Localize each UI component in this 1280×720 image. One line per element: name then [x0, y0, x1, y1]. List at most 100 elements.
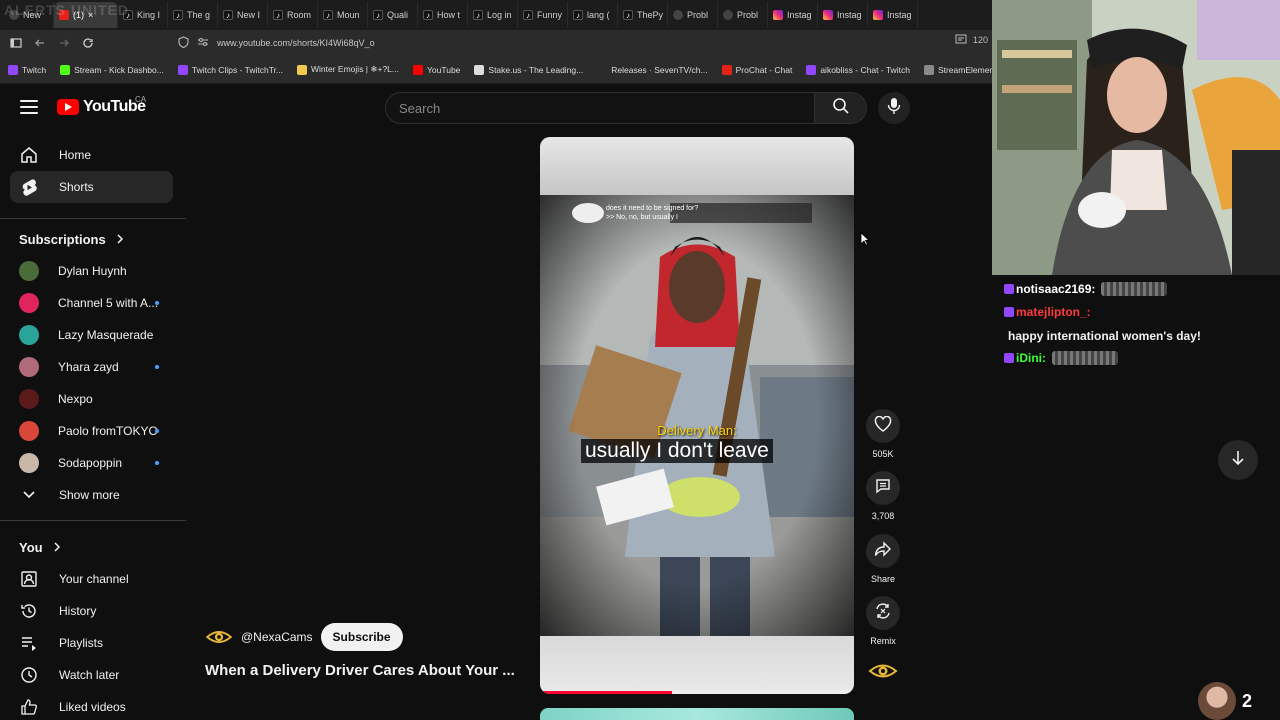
browser-tab[interactable]: ♪ Quali	[368, 2, 418, 28]
subscription-item[interactable]: Sodapoppin	[10, 447, 173, 479]
bookmark-item[interactable]: Stake.us - The Leading...	[474, 64, 584, 75]
bookmark-item[interactable]: Twitch	[8, 64, 46, 75]
watermark: ALERTS UNITED	[4, 2, 129, 18]
browser-tab[interactable]: ♪ Room	[268, 2, 318, 28]
bookmark-label: YouTube	[427, 64, 461, 75]
bookmark-item[interactable]: aikobliss - Chat - Twitch	[806, 64, 910, 75]
comments-button[interactable]: 3,708	[866, 471, 900, 521]
remix-icon	[874, 602, 892, 625]
tab-label: Room	[287, 10, 312, 20]
next-short-preview[interactable]	[540, 708, 854, 720]
you-title: You	[19, 540, 43, 555]
video-progress-bar[interactable]	[540, 691, 854, 694]
subscription-item[interactable]: Channel 5 with A...	[10, 287, 173, 319]
short-video-player[interactable]: does it need to be signed for? >> No, no,…	[540, 137, 854, 694]
menu-icon[interactable]	[20, 100, 38, 114]
bookmark-item[interactable]: Stream - Kick Dashbo...	[60, 64, 164, 75]
reload-button[interactable]	[76, 31, 100, 55]
sidebar-toggle-icon[interactable]	[4, 31, 28, 55]
country-code: CA	[135, 95, 147, 104]
browser-tab[interactable]: ♪ New I	[218, 2, 268, 28]
page-icon	[673, 10, 683, 20]
like-button[interactable]: 505K	[866, 409, 900, 459]
subscription-item[interactable]: Yhara zayd	[10, 351, 173, 383]
channel-avatar-icon[interactable]	[205, 623, 233, 651]
show-more-button[interactable]: Show more	[10, 479, 173, 511]
browser-tab[interactable]: Probl	[718, 2, 768, 28]
tab-label: Probl	[737, 10, 759, 20]
new-content-dot	[155, 365, 159, 369]
avatar	[19, 357, 39, 377]
tab-label: Log in	[487, 10, 512, 20]
bookmark-label: Stake.us - The Leading...	[488, 64, 584, 75]
browser-tab[interactable]: ♪ ThePy	[618, 2, 668, 28]
browser-tab[interactable]: ♪ The g	[168, 2, 218, 28]
zoom-level[interactable]: 120	[973, 35, 988, 45]
tab-label: The g	[187, 10, 211, 20]
chevron-right-icon	[116, 232, 124, 247]
bookmark-label: Twitch Clips - TwitchTr...	[191, 64, 284, 75]
youtube-logo[interactable]: YouTube CA	[57, 95, 147, 116]
subscription-item[interactable]: Paolo fromTOKYO	[10, 415, 173, 447]
search-button[interactable]	[815, 92, 867, 124]
browser-tab[interactable]: ♪ Funny	[518, 2, 568, 28]
scroll-down-button[interactable]	[1218, 440, 1258, 480]
subscription-item[interactable]: Dylan Huynh	[10, 255, 173, 287]
subscription-item[interactable]: Nexpo	[10, 383, 173, 415]
sidebar-item-home[interactable]: Home	[10, 139, 173, 171]
browser-tab[interactable]: ♪ lang (	[568, 2, 618, 28]
remix-button[interactable]: Remix	[866, 596, 900, 646]
tune-icon[interactable]	[197, 37, 209, 50]
bookmark-icon	[597, 64, 608, 75]
bookmark-item[interactable]: Winter Emojis | ❄+?L...	[297, 64, 399, 75]
url-field[interactable]: www.youtube.com/shorts/KI4Wi68qV_o	[178, 33, 948, 53]
tab-label: Instag	[837, 10, 862, 20]
browser-tab[interactable]: ♪ Moun	[318, 2, 368, 28]
browser-tab[interactable]: ♪ Log in	[468, 2, 518, 28]
subscription-label: Lazy Masquerade	[58, 328, 154, 342]
youtube-play-icon	[57, 99, 79, 115]
sidebar-item-liked-videos[interactable]: Liked videos	[10, 691, 173, 720]
divider	[0, 520, 186, 521]
tiktok-icon: ♪	[573, 10, 583, 20]
sidebar-item-watch-later[interactable]: Watch later	[10, 659, 173, 691]
browser-tab[interactable]: Instag	[768, 2, 818, 28]
subscriptions-heading[interactable]: Subscriptions	[19, 232, 124, 247]
subscribe-button[interactable]: Subscribe	[320, 623, 403, 651]
playlists-icon	[19, 633, 39, 653]
chat-username[interactable]: notisaac2169:	[1016, 278, 1095, 300]
channel-avatar-button[interactable]	[866, 660, 900, 687]
chat-text: happy international women's day!	[1008, 329, 1201, 343]
tab-label: lang (	[587, 10, 610, 20]
bookmark-item[interactable]: ProChat - Chat	[721, 64, 792, 75]
stream-chat: notisaac2169: matejlipton_:happy internat…	[992, 275, 1280, 720]
tiktok-icon: ♪	[273, 10, 283, 20]
browser-tab[interactable]: Instag	[868, 2, 918, 28]
bookmark-item[interactable]: Twitch Clips - TwitchTr...	[177, 64, 284, 75]
chat-username[interactable]: iDini:	[1016, 347, 1046, 369]
back-button[interactable]	[28, 31, 52, 55]
channel-name[interactable]: @NexaCams	[241, 630, 313, 644]
voice-search-button[interactable]	[878, 92, 910, 124]
sidebar-item-your-channel[interactable]: Your channel	[10, 563, 173, 595]
forward-button[interactable]	[52, 31, 76, 55]
browser-tab[interactable]: Instag	[818, 2, 868, 28]
search-input[interactable]: Search	[385, 92, 815, 124]
sidebar-item-playlists[interactable]: Playlists	[10, 627, 173, 659]
browser-tab[interactable]: ♪ How t	[418, 2, 468, 28]
subscription-label: Yhara zayd	[58, 360, 119, 374]
sidebar-item-shorts[interactable]: Shorts	[10, 171, 173, 203]
reader-icon[interactable]	[955, 34, 967, 46]
bookmark-item[interactable]: YouTube	[413, 64, 461, 75]
bookmark-item[interactable]: Releases · SevenTV/ch...	[597, 64, 708, 75]
sidebar-item-history[interactable]: History	[10, 595, 173, 627]
share-button[interactable]: Share	[866, 534, 900, 584]
subscription-item[interactable]: Lazy Masquerade	[10, 319, 173, 351]
comment-icon	[875, 478, 891, 499]
bookmark-item[interactable]: StreamElements - Das...	[923, 64, 992, 75]
you-heading[interactable]: You	[19, 540, 61, 555]
video-title[interactable]: When a Delivery Driver Cares About Your …	[205, 662, 515, 679]
sidebar-item-label: Home	[59, 148, 92, 162]
browser-tab[interactable]: Probl	[668, 2, 718, 28]
chat-username[interactable]: matejlipton_:	[1016, 301, 1091, 323]
